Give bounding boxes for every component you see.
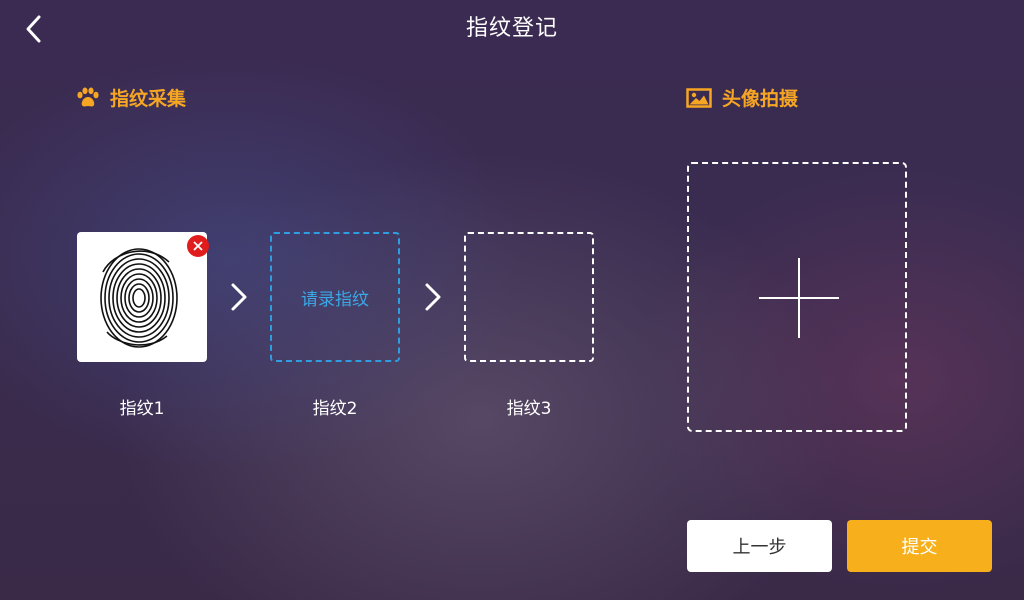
avatar-capture-box[interactable] [687,162,907,432]
chevron-right-icon [425,283,441,311]
previous-step-button[interactable]: 上一步 [687,520,832,572]
fingerprint-slot-2[interactable]: 请录指纹 [270,232,400,362]
avatar-section-header: 头像拍摄 [686,84,798,111]
fingerprint-slot-3[interactable] [464,232,594,362]
page-title: 指纹登记 [465,16,558,41]
paw-icon [77,87,99,106]
chevron-right-icon [231,283,247,311]
submit-button[interactable]: 提交 [847,520,992,572]
image-icon [686,87,712,108]
fingerprint-slot-1[interactable] [77,232,209,362]
fingerprint-section-header: 指纹采集 [76,84,186,111]
fingerprint-label-1: 指纹1 [119,399,165,419]
fingerprint-label-3: 指纹3 [506,399,552,419]
fingerprint-label-2: 指纹2 [312,399,358,419]
fingerprint-section-title: 指纹采集 [110,88,187,110]
close-icon [193,241,203,251]
fingerprint-prompt: 请录指纹 [301,289,369,310]
avatar-section-title: 头像拍摄 [722,88,799,110]
delete-fingerprint-button[interactable] [187,235,209,257]
